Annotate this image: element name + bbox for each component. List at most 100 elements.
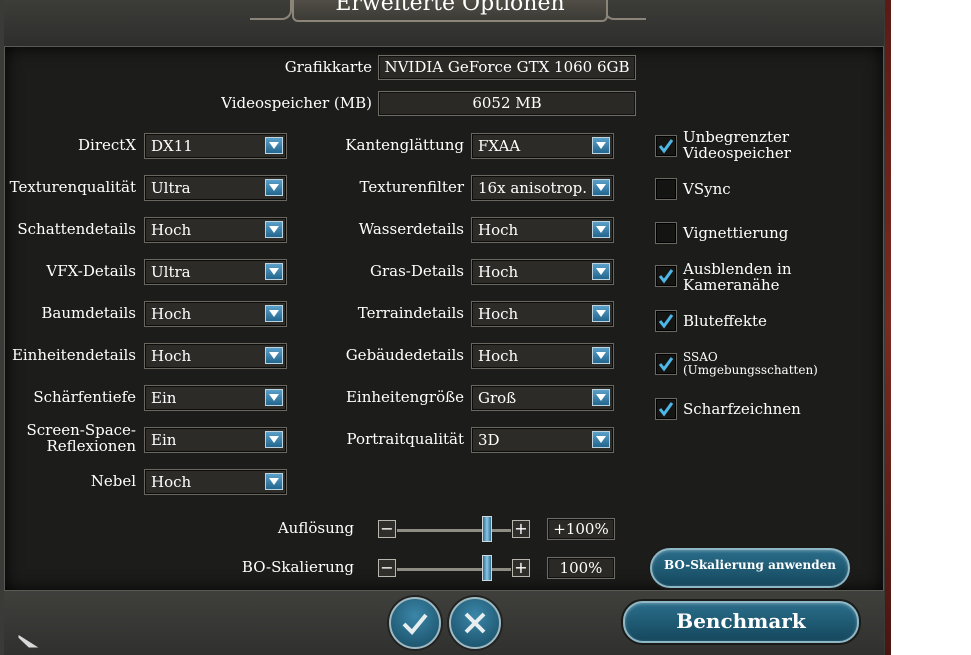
- setting-label: VFX-Details: [46, 262, 136, 280]
- chevron-down-icon: [265, 431, 283, 448]
- terrain-details-dropdown[interactable]: Hoch: [471, 301, 614, 327]
- setting-label: DirectX: [78, 136, 136, 154]
- dropdown-value: Hoch: [478, 305, 519, 323]
- title-ornament-left: [250, 0, 292, 20]
- depth-of-field-dropdown[interactable]: Ein: [144, 385, 287, 411]
- chevron-down-icon: [265, 473, 283, 490]
- gpu-label: Grafikkarte: [284, 58, 372, 76]
- dropdown-value: Hoch: [478, 221, 519, 239]
- vram-field: 6052 MB: [378, 91, 636, 116]
- slider-label: Auflösung: [277, 519, 354, 537]
- slider-thumb[interactable]: [482, 516, 492, 542]
- setting-label: Einheitendetails: [11, 346, 136, 364]
- ssao-checkbox[interactable]: [655, 353, 677, 375]
- slider-track[interactable]: [397, 529, 511, 532]
- minus-button[interactable]: −: [378, 559, 396, 577]
- setting-label: Wasserdetails: [358, 220, 464, 238]
- water-details-dropdown[interactable]: Hoch: [471, 217, 614, 243]
- plus-button[interactable]: +: [512, 520, 530, 538]
- chevron-down-icon: [592, 431, 610, 448]
- dropdown-value: Ein: [151, 431, 177, 449]
- dialog-title: Erweiterte Optionen: [292, 0, 608, 22]
- slider-thumb[interactable]: [482, 555, 492, 581]
- blood-effects-checkbox[interactable]: [655, 310, 677, 332]
- setting-label: Screen-Space- Reflexionen: [27, 422, 137, 454]
- benchmark-button[interactable]: Benchmark: [623, 601, 859, 643]
- chevron-down-icon: [592, 137, 610, 154]
- unit-details-dropdown[interactable]: Hoch: [144, 343, 287, 369]
- chevron-down-icon: [592, 389, 610, 406]
- label-line: Videospeicher: [683, 144, 791, 162]
- apply-bo-scaling-button[interactable]: BO-Skalierung anwenden: [650, 548, 850, 588]
- shadow-details-dropdown[interactable]: Hoch: [144, 217, 287, 243]
- fog-dropdown[interactable]: Hoch: [144, 469, 287, 495]
- camera-fade-checkbox[interactable]: [655, 265, 677, 287]
- dropdown-value: Hoch: [478, 347, 519, 365]
- cancel-button[interactable]: [449, 597, 501, 649]
- dropdown-value: Hoch: [151, 305, 192, 323]
- title-ornament-right: [604, 0, 646, 20]
- texture-quality-dropdown[interactable]: Ultra: [144, 175, 287, 201]
- setting-label: Schattendetails: [17, 220, 136, 238]
- grass-details-dropdown[interactable]: Hoch: [471, 259, 614, 285]
- checkbox-label: VSync: [683, 180, 731, 198]
- setting-label: Terraindetails: [357, 304, 464, 322]
- setting-label: Baumdetails: [41, 304, 136, 322]
- vsync-checkbox[interactable]: [655, 178, 677, 200]
- dropdown-value: Hoch: [478, 263, 519, 281]
- dropdown-value: Groß: [478, 389, 517, 407]
- label-line: Ausblenden in: [683, 260, 792, 278]
- setting-label: Nebel: [90, 472, 136, 490]
- dropdown-value: DX11: [151, 137, 193, 155]
- chevron-down-icon: [265, 305, 283, 322]
- building-details-dropdown[interactable]: Hoch: [471, 343, 614, 369]
- directx-dropdown[interactable]: DX11: [144, 133, 287, 159]
- setting-label: Einheitengröße: [345, 388, 464, 406]
- vram-label: Videospeicher (MB): [221, 94, 372, 112]
- label-line: Reflexionen: [46, 437, 136, 455]
- chevron-down-icon: [265, 389, 283, 406]
- checkbox-label: Unbegrenzter Videospeicher: [683, 129, 791, 161]
- chevron-down-icon: [265, 263, 283, 280]
- label-line: Kameranähe: [683, 276, 780, 294]
- minus-button[interactable]: −: [378, 520, 396, 538]
- setting-label: Texturenfilter: [359, 178, 464, 196]
- slider-value: +100%: [547, 518, 615, 540]
- dropdown-value: 3D: [478, 431, 500, 449]
- slider-track[interactable]: [397, 568, 511, 571]
- checkbox-label: Scharfzeichnen: [683, 400, 801, 418]
- unit-size-dropdown[interactable]: Groß: [471, 385, 614, 411]
- dropdown-value: Hoch: [151, 347, 192, 365]
- dropdown-value: Ultra: [151, 179, 191, 197]
- plus-button[interactable]: +: [512, 559, 530, 577]
- anti-aliasing-dropdown[interactable]: FXAA: [471, 133, 614, 159]
- vignette-checkbox[interactable]: [655, 222, 677, 244]
- unlimited-vram-checkbox[interactable]: [655, 135, 677, 157]
- checkbox-label: SSAO (Umgebungsschatten): [683, 351, 818, 377]
- portrait-quality-dropdown[interactable]: 3D: [471, 427, 614, 453]
- texture-filter-dropdown[interactable]: 16x anisotrop.: [471, 175, 614, 201]
- gpu-field: NVIDIA GeForce GTX 1060 6GB: [378, 55, 636, 80]
- vfx-details-dropdown[interactable]: Ultra: [144, 259, 287, 285]
- chevron-down-icon: [265, 221, 283, 238]
- slider-value: 100%: [547, 557, 615, 579]
- dropdown-value: 16x anisotrop.: [478, 179, 588, 197]
- dropdown-value: Hoch: [151, 221, 192, 239]
- dropdown-value: Ultra: [151, 263, 191, 281]
- tree-details-dropdown[interactable]: Hoch: [144, 301, 287, 327]
- confirm-button[interactable]: [389, 597, 441, 649]
- ssr-dropdown[interactable]: Ein: [144, 427, 287, 453]
- chevron-down-icon: [265, 179, 283, 196]
- setting-label: Gebäudedetails: [345, 346, 464, 364]
- sharpen-checkbox[interactable]: [655, 398, 677, 420]
- dropdown-value: FXAA: [478, 137, 521, 155]
- checkbox-label: Ausblenden in Kameranähe: [683, 261, 792, 293]
- checkbox-label: Bluteffekte: [683, 312, 767, 330]
- chevron-down-icon: [592, 179, 610, 196]
- label-line: Unbegrenzter: [683, 128, 790, 146]
- chevron-down-icon: [265, 137, 283, 154]
- setting-label: Gras-Details: [369, 262, 464, 280]
- chevron-down-icon: [592, 221, 610, 238]
- checkbox-label: Vignettierung: [683, 224, 789, 242]
- setting-label: Schärfentiefe: [33, 388, 136, 406]
